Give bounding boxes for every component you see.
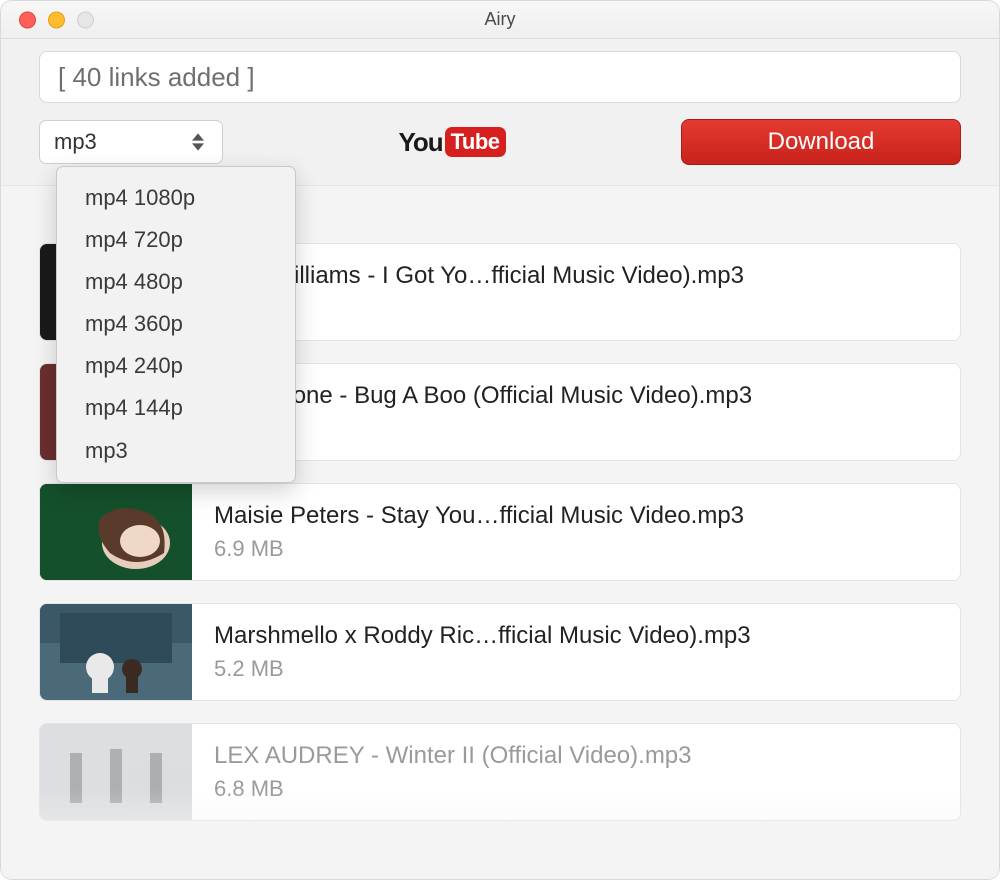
format-option[interactable]: mp4 720p bbox=[57, 219, 295, 261]
app-window: Airy [ 40 links added ] mp3 You Tube Dow… bbox=[0, 0, 1000, 880]
format-option[interactable]: mp4 144p bbox=[57, 387, 295, 429]
youtube-logo-right: Tube bbox=[445, 127, 506, 157]
item-title: Marshmello x Roddy Ric…fficial Music Vid… bbox=[214, 622, 938, 650]
item-size: 5.2 MB bbox=[214, 656, 938, 682]
item-title: Maisie Peters - Stay You…fficial Music V… bbox=[214, 502, 938, 530]
item-title: LEX AUDREY - Winter II (Official Video).… bbox=[214, 742, 938, 770]
titlebar: Airy bbox=[1, 1, 999, 39]
youtube-logo: You Tube bbox=[243, 127, 661, 158]
format-option[interactable]: mp3 bbox=[57, 430, 295, 472]
thumbnail bbox=[40, 723, 192, 821]
format-option[interactable]: mp4 480p bbox=[57, 261, 295, 303]
window-title: Airy bbox=[1, 9, 999, 30]
close-window-button[interactable] bbox=[19, 11, 36, 28]
format-option[interactable]: mp4 1080p bbox=[57, 177, 295, 219]
download-button-label: Download bbox=[768, 128, 875, 156]
item-meta: Marshmello x Roddy Ric…fficial Music Vid… bbox=[192, 622, 960, 682]
download-button[interactable]: Download bbox=[681, 119, 961, 165]
top-controls: [ 40 links added ] mp3 You Tube Download bbox=[1, 39, 999, 186]
item-size: 6.7 MB bbox=[214, 416, 938, 442]
thumbnail bbox=[40, 483, 192, 581]
item-title: Mike Williams - I Got Yo…fficial Music V… bbox=[214, 262, 938, 290]
stepper-icon bbox=[192, 128, 212, 156]
url-input[interactable]: [ 40 links added ] bbox=[39, 51, 961, 103]
item-size: 6.8 MB bbox=[214, 776, 938, 802]
thumbnail bbox=[40, 603, 192, 701]
format-option[interactable]: mp4 360p bbox=[57, 303, 295, 345]
url-input-value: [ 40 links added ] bbox=[58, 62, 255, 93]
traffic-lights bbox=[19, 11, 94, 28]
item-meta: Joss Stone - Bug A Boo (Official Music V… bbox=[192, 382, 960, 442]
format-option[interactable]: mp4 240p bbox=[57, 345, 295, 387]
list-item[interactable]: Marshmello x Roddy Ric…fficial Music Vid… bbox=[39, 603, 961, 701]
item-meta: Maisie Peters - Stay You…fficial Music V… bbox=[192, 502, 960, 562]
list-item[interactable]: Maisie Peters - Stay You…fficial Music V… bbox=[39, 483, 961, 581]
item-size: 6.8 MB bbox=[214, 296, 938, 322]
format-select-value: mp3 bbox=[54, 129, 97, 155]
maximize-window-button[interactable] bbox=[77, 11, 94, 28]
format-dropdown[interactable]: mp4 1080p mp4 720p mp4 480p mp4 360p mp4… bbox=[56, 166, 296, 483]
item-size: 6.9 MB bbox=[214, 536, 938, 562]
item-title: Joss Stone - Bug A Boo (Official Music V… bbox=[214, 382, 938, 410]
format-select[interactable]: mp3 bbox=[39, 120, 223, 164]
item-meta: Mike Williams - I Got Yo…fficial Music V… bbox=[192, 262, 960, 322]
minimize-window-button[interactable] bbox=[48, 11, 65, 28]
youtube-logo-left: You bbox=[398, 127, 442, 158]
list-item[interactable]: LEX AUDREY - Winter II (Official Video).… bbox=[39, 723, 961, 821]
item-meta: LEX AUDREY - Winter II (Official Video).… bbox=[192, 742, 960, 802]
